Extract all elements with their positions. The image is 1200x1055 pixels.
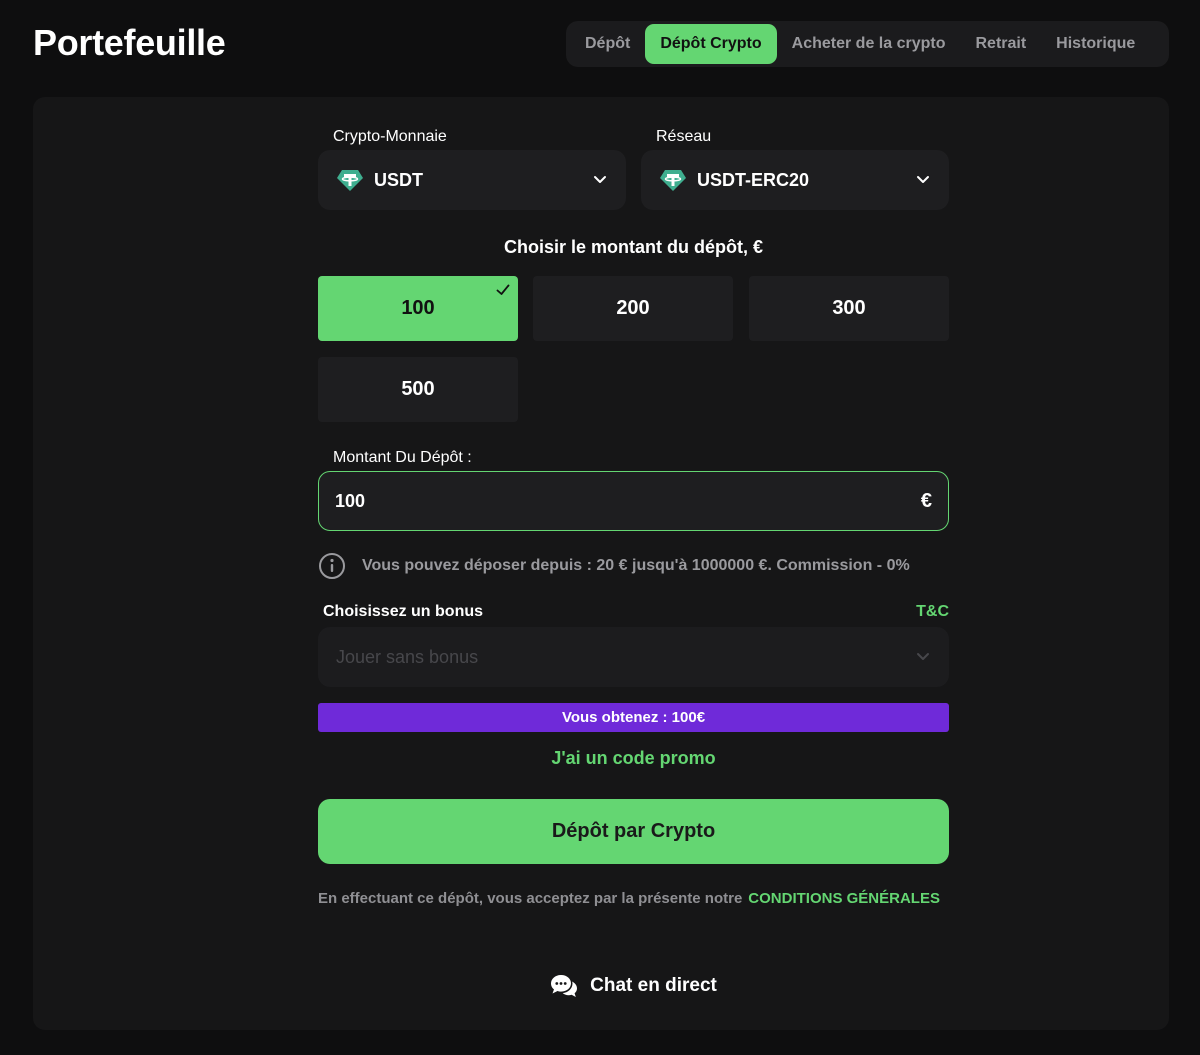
amount-option-200[interactable]: 200	[533, 276, 733, 341]
network-select[interactable]: USDT-ERC20	[641, 150, 949, 210]
amount-input[interactable]	[335, 490, 921, 512]
live-chat-button[interactable]: Chat en direct	[318, 971, 949, 1001]
tether-icon	[660, 170, 686, 191]
amount-option-label: 500	[401, 378, 435, 400]
tab-retrait[interactable]: Retrait	[960, 24, 1041, 64]
deposit-card: Crypto-Monnaie USDT Réseau USDT-ERC20 Ch…	[33, 97, 1169, 1030]
currency-select[interactable]: USDT	[318, 150, 626, 210]
bonus-placeholder: Jouer sans bonus	[336, 646, 479, 667]
amount-label: Montant Du Dépôt :	[333, 449, 472, 466]
bonus-select[interactable]: Jouer sans bonus	[318, 627, 949, 687]
amount-option-label: 200	[616, 297, 650, 319]
network-value: USDT-ERC20	[697, 169, 810, 190]
amount-field: €	[318, 471, 949, 531]
terms-text: En effectuant ce dépôt, vous acceptez pa…	[318, 890, 743, 907]
tab-depot-crypto[interactable]: Dépôt Crypto	[645, 24, 777, 64]
tab-acheter-crypto[interactable]: Acheter de la crypto	[777, 24, 961, 64]
chevron-down-icon	[594, 176, 606, 183]
chevron-down-icon	[917, 176, 929, 183]
tether-icon	[337, 170, 363, 191]
currency-symbol: €	[920, 489, 932, 512]
currency-label: Crypto-Monnaie	[333, 128, 447, 145]
terms-conditions-link[interactable]: T&C	[916, 603, 949, 621]
bonus-label: Choisissez un bonus	[323, 603, 484, 620]
tab-depot[interactable]: Dépôt	[570, 24, 645, 64]
chat-icon	[551, 975, 578, 997]
network-label: Réseau	[656, 128, 712, 145]
check-icon	[496, 284, 510, 295]
general-conditions-link[interactable]: CONDITIONS GÉNÉRALES	[748, 890, 940, 907]
wallet-tabs: Dépôt Dépôt Crypto Acheter de la crypto …	[566, 21, 1169, 67]
bonus-result-bar: Vous obtenez : 100€	[318, 703, 949, 732]
amount-heading: Choisir le montant du dépôt, €	[503, 237, 763, 257]
deposit-limits-info: Vous pouvez déposer depuis : 20 € jusqu'…	[318, 552, 949, 580]
chat-label: Chat en direct	[590, 975, 717, 996]
amount-option-label: 100	[401, 297, 435, 319]
amount-option-500[interactable]: 500	[318, 357, 518, 422]
tab-historique[interactable]: Historique	[1041, 24, 1150, 64]
terms-notice: En effectuant ce dépôt, vous acceptez pa…	[318, 889, 949, 909]
info-text: Vous pouvez déposer depuis : 20 € jusqu'…	[362, 557, 910, 574]
promo-code-link[interactable]: J'ai un code promo	[318, 748, 949, 769]
wallet-page: Portefeuille Dépôt Dépôt Crypto Acheter …	[0, 0, 1200, 1055]
chevron-down-icon	[917, 653, 929, 660]
currency-value: USDT	[374, 169, 423, 190]
amount-option-300[interactable]: 300	[749, 276, 949, 341]
crypto-deposit-button[interactable]: Dépôt par Crypto	[318, 799, 949, 864]
amount-option-100[interactable]: 100	[318, 276, 518, 341]
page-title: Portefeuille	[33, 22, 226, 63]
info-icon	[319, 553, 345, 579]
amount-option-label: 300	[832, 297, 866, 319]
